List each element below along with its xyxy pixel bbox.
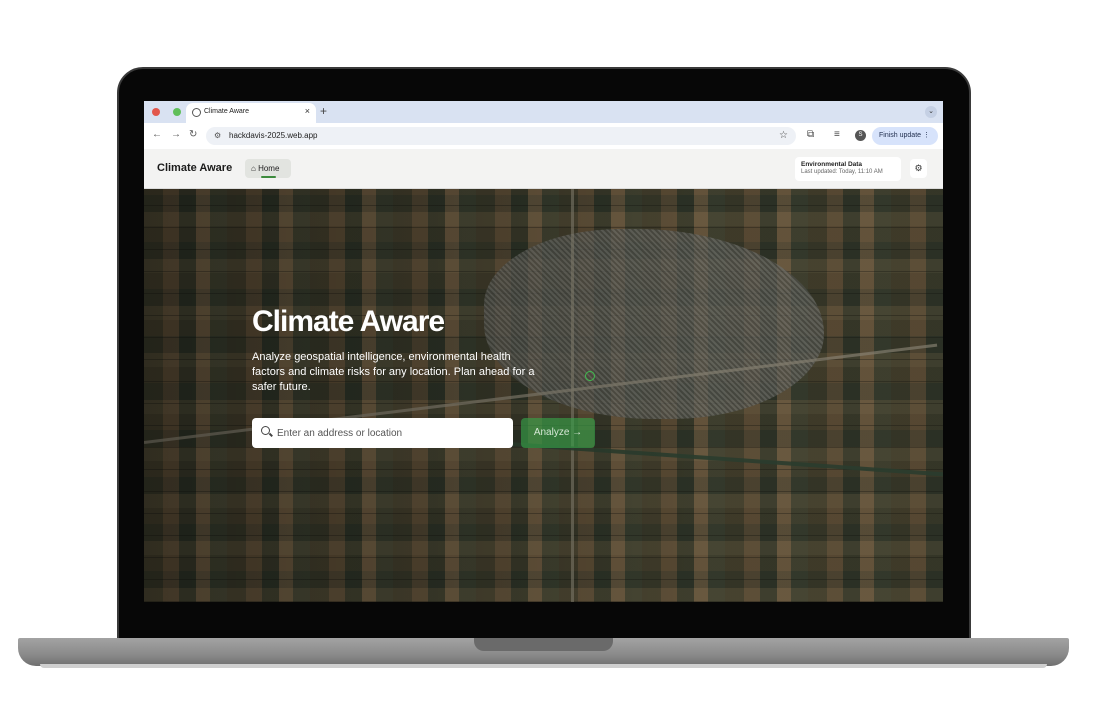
laptop-mockup: Climate Aware × + ⌄ ← → ↻ ⚙ hackdavis-20… [0,0,1093,702]
hero-title: Climate Aware [252,305,445,338]
tab-strip: Climate Aware × + ⌄ [144,101,943,123]
address-bar[interactable]: ⚙ hackdavis-2025.web.app ☆ [206,127,796,145]
brand-logo[interactable]: Climate Aware [157,162,232,174]
nav-home-label: Home [258,164,280,173]
tab-title: Climate Aware [204,108,250,115]
laptop-notch [474,638,613,651]
hero-description: Analyze geospatial intelligence, environ… [252,351,535,393]
env-data-title: Environmental Data [801,161,863,168]
close-window-dot[interactable] [152,108,160,116]
site-info-icon[interactable]: ⚙ [214,131,221,140]
globe-icon [192,108,201,117]
environmental-data-status: Environmental Data Last updated: Today, … [795,157,901,181]
back-button[interactable]: ← [152,129,162,140]
location-marker-icon [585,371,595,381]
search-icon [261,426,270,435]
maximize-window-dot[interactable] [173,108,181,116]
app-header: Climate Aware ⌂ Home Environmental Data … [144,149,943,189]
star-icon[interactable]: ☆ [779,130,788,141]
location-search [252,418,513,448]
gear-icon: ⚙ [914,163,923,173]
search-input[interactable] [277,418,507,448]
media-control-icon[interactable]: ≡ [834,129,840,140]
hero-gradient [144,189,943,602]
settings-button[interactable]: ⚙ [910,159,927,178]
tab-search-button[interactable]: ⌄ [925,106,937,118]
browser-window: Climate Aware × + ⌄ ← → ↻ ⚙ hackdavis-20… [144,101,943,602]
analyze-button[interactable]: Analyze → [521,418,595,448]
new-tab-button[interactable]: + [320,104,327,118]
puzzle-icon[interactable]: ⧉ [807,129,814,140]
home-icon: ⌂ [251,164,259,173]
laptop-base-edge [40,664,1047,668]
browser-tab[interactable]: Climate Aware × [186,103,316,123]
browser-toolbar: ← → ↻ ⚙ hackdavis-2025.web.app ☆ ⧉ ≡ S F… [144,123,943,149]
close-tab-icon[interactable]: × [305,106,310,116]
profile-avatar[interactable]: S [855,130,866,141]
hero-section: Climate Aware Analyze geospatial intelli… [144,189,943,602]
reload-button[interactable]: ↻ [189,129,197,140]
forward-button[interactable]: → [171,129,181,140]
active-nav-indicator [261,176,276,178]
url-text[interactable]: hackdavis-2025.web.app [229,131,318,140]
env-data-updated: Last updated: Today, 11:10 AM [801,169,883,175]
finish-update-button[interactable]: Finish update ⋮ [872,127,938,145]
